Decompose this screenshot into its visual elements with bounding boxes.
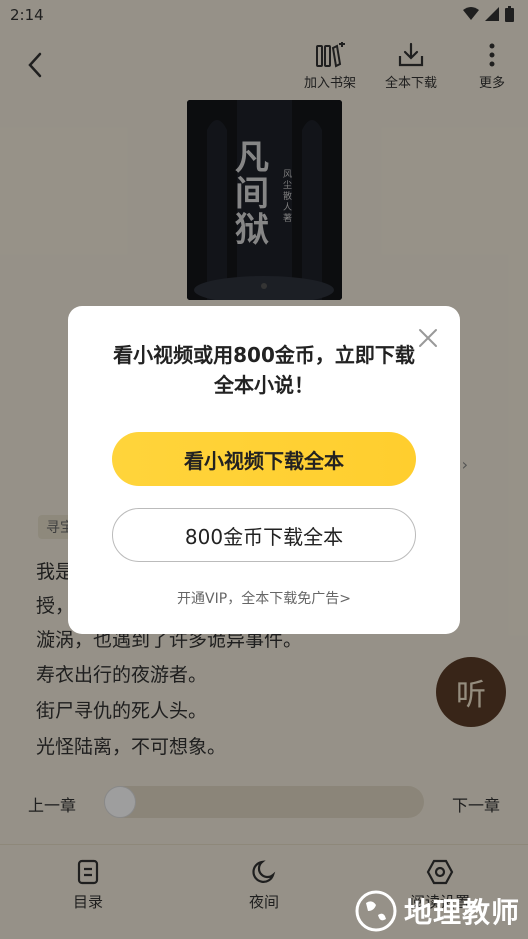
download-dialog: 看小视频或用800金币，立即下载全本小说！ 看小视频下载全本 800金币下载全本… <box>68 306 460 634</box>
dialog-title: 看小视频或用800金币，立即下载全本小说！ <box>113 343 415 397</box>
vip-link[interactable]: 开通VIP，全本下载免广告> <box>68 588 460 608</box>
watermark: 地理教师 <box>354 889 520 933</box>
watch-video-download-button[interactable]: 看小视频下载全本 <box>112 432 416 486</box>
coins-download-button[interactable]: 800金币下载全本 <box>112 508 416 562</box>
watermark-text: 地理教师 <box>403 896 520 929</box>
globe-logo-icon <box>355 890 397 932</box>
